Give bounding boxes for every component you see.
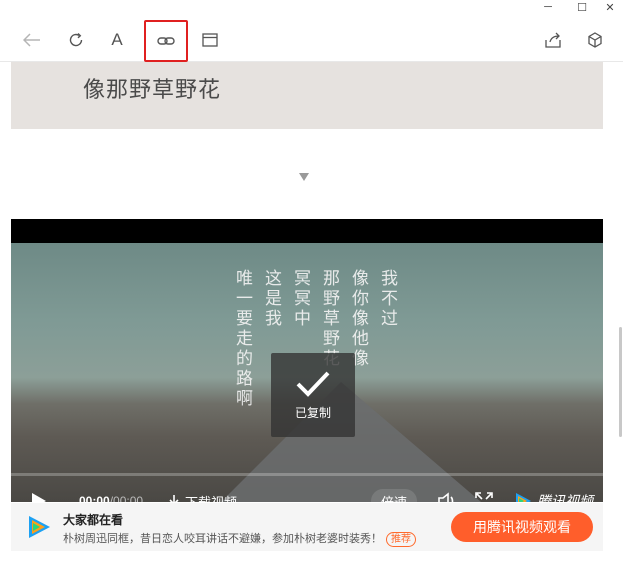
open-in-tencent-video-button[interactable]: 用腾讯视频观看 [451,512,593,542]
cube-button[interactable] [579,24,611,56]
speed-button[interactable]: 倍速 [371,479,418,502]
download-label: 下载视频 [185,492,237,503]
promo-description-text: 朴树周迅同框，昔日恋人咬耳讲话不避嫌，参加朴树老婆时装秀！ [63,532,382,545]
article-content[interactable]: 像那野草野花 唯一要走的路啊 这是我 冥冥中 那野草野花 像你像他像 我不过 已… [0,62,623,569]
lyrics-banner: 像那野草野花 [11,62,603,129]
time-current: 00:00 [79,494,110,502]
play-button[interactable] [31,479,47,502]
lyric-line: 我不过 [377,269,397,329]
promo-description[interactable]: 朴树周迅同框，昔日恋人咬耳讲话不避嫌，参加朴树老婆时装秀！ 推荐 [63,530,416,547]
link-icon [157,37,175,45]
share-icon [545,32,561,48]
fullscreen-button[interactable] [475,479,493,502]
toolbar: A [0,20,623,62]
font-icon: A [111,30,123,49]
video-progress-bar[interactable] [11,473,603,476]
close-button[interactable]: ✕ [597,0,623,14]
volume-icon [438,492,454,502]
time-total: 00:00 [113,494,144,502]
promo-title: 大家都在看 [63,513,124,527]
minimize-button[interactable]: ─ [535,0,561,14]
checkmark-icon [296,371,330,397]
refresh-button[interactable] [60,24,92,56]
recommendation-bar[interactable]: 大家都在看 朴树周迅同框，昔日恋人咬耳讲话不避嫌，参加朴树老婆时装秀！ 推荐 用腾… [11,503,603,551]
video-controls: 00:00/00:00 下载视频 倍速 腾讯视频 [11,479,603,502]
refresh-icon [69,32,83,47]
banner-text: 像那野草野花 [83,78,222,103]
copy-link-button[interactable] [144,20,188,62]
play-icon [32,493,46,502]
download-video-button[interactable]: 下载视频 [167,479,237,502]
maximize-button[interactable]: ☐ [569,0,595,14]
video-player[interactable]: 唯一要走的路啊 这是我 冥冥中 那野草野花 像你像他像 我不过 已复制 00:0… [11,219,603,502]
download-icon [169,495,179,502]
window-icon [202,33,218,47]
time-display: 00:00/00:00 [79,479,143,502]
video-frame[interactable]: 唯一要走的路啊 这是我 冥冥中 那野草野花 像你像他像 我不过 已复制 00:0… [11,243,603,502]
window-button[interactable] [194,24,226,56]
volume-button[interactable] [437,479,457,502]
fullscreen-icon [475,492,493,500]
tencent-video-logo-icon [516,493,531,502]
arrow-left-icon [23,33,40,47]
lyric-line: 唯一要走的路啊 [232,269,252,409]
tencent-video-brand[interactable]: 腾讯视频 [513,479,593,502]
tencent-video-logo-icon [29,516,50,538]
speed-label: 倍速 [371,488,418,502]
scrollbar[interactable] [618,62,623,569]
scrollbar-thumb[interactable] [619,327,622,437]
share-button[interactable] [537,24,569,56]
caret-down-icon [299,173,309,181]
copied-toast: 已复制 [271,353,355,437]
cube-icon [588,32,602,48]
toast-text: 已复制 [294,405,331,420]
window-titlebar: ─ ☐ ✕ [0,0,623,20]
back-button[interactable] [16,24,48,56]
font-size-button[interactable]: A [101,24,133,56]
brand-label: 腾讯视频 [537,494,593,502]
recommend-tag: 推荐 [386,532,416,547]
